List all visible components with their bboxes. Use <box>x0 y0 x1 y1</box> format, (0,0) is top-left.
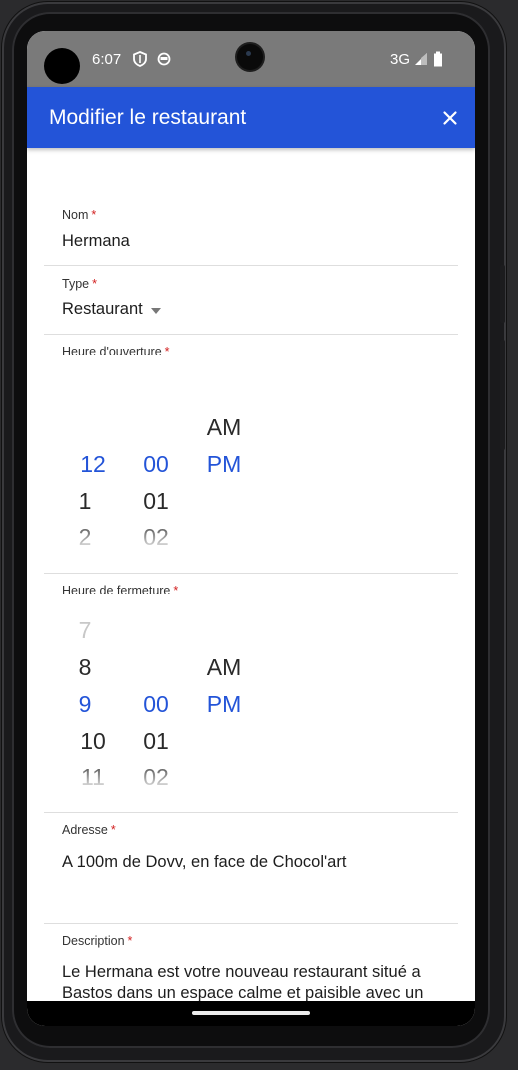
notification-icon <box>157 52 171 66</box>
name-label: Nom * <box>62 208 97 222</box>
opening-period-pm[interactable]: PM <box>204 451 244 478</box>
type-label: Type * <box>62 277 97 291</box>
closing-label: Heure de fermeture * <box>62 584 179 594</box>
closing-minute-01[interactable]: 01 <box>136 728 176 755</box>
phone-screen: 6:07 3G Modifier le restaurant Nom * Herm… <box>27 31 475 1026</box>
opening-time-field: Heure d'ouverture* 12 1 2 00 01 02 AM PM <box>44 334 458 574</box>
battery-icon <box>434 51 442 67</box>
front-camera <box>237 44 263 70</box>
address-field[interactable]: Adresse * A 100m de Dovv, en face de Choc… <box>44 812 458 924</box>
form-content: Nom * Hermana Type * Restaurant Heure d'ou… <box>27 148 475 1001</box>
camera-cutout <box>44 48 80 84</box>
type-select-value[interactable]: Restaurant <box>62 300 143 319</box>
name-field[interactable]: Nom * Hermana <box>44 148 458 266</box>
closing-period-am[interactable]: AM <box>204 654 244 681</box>
description-input[interactable]: Le Hermana est votre nouveau restaurant … <box>62 962 462 1001</box>
closing-time-field: Heure de fermeture* 7 8 9 10 11 00 01 02… <box>44 573 458 813</box>
name-input[interactable]: Hermana <box>62 232 130 251</box>
signal-icon <box>415 53 427 65</box>
closing-minute-00[interactable]: 00 <box>136 691 176 718</box>
navigation-bar <box>27 1001 475 1026</box>
shield-icon <box>133 51 147 67</box>
wheel-fade <box>44 760 458 792</box>
type-field[interactable]: Type * Restaurant <box>44 265 458 335</box>
home-indicator[interactable] <box>192 1011 310 1015</box>
address-input[interactable]: A 100m de Dovv, en face de Chocol'art <box>62 853 346 872</box>
description-label: Description * <box>62 934 133 948</box>
page-title: Modifier le restaurant <box>49 106 247 129</box>
chevron-down-icon[interactable] <box>151 308 161 314</box>
closing-hour-8[interactable]: 8 <box>65 654 105 681</box>
closing-hour-9[interactable]: 9 <box>65 691 105 718</box>
opening-minute-00[interactable]: 00 <box>136 451 176 478</box>
closing-hour-7[interactable]: 7 <box>65 617 105 644</box>
wheel-fade <box>44 520 458 552</box>
opening-hour-12[interactable]: 12 <box>73 451 113 478</box>
closing-period-pm[interactable]: PM <box>204 691 244 718</box>
opening-hour-1[interactable]: 1 <box>65 488 105 515</box>
volume-button <box>500 265 505 323</box>
network-type: 3G <box>390 51 411 68</box>
closing-hour-10[interactable]: 10 <box>73 728 113 755</box>
close-icon[interactable] <box>438 106 462 130</box>
status-bar: 6:07 3G <box>27 31 475 87</box>
opening-minute-01[interactable]: 01 <box>136 488 176 515</box>
description-field[interactable]: Description * Le Hermana est votre nouvea… <box>44 923 458 1001</box>
status-time: 6:07 <box>92 51 122 68</box>
address-label: Adresse * <box>62 823 116 837</box>
opening-label: Heure d'ouverture * <box>62 345 170 355</box>
app-bar: Modifier le restaurant <box>27 87 475 148</box>
power-button <box>500 340 505 450</box>
opening-period-am[interactable]: AM <box>204 414 244 441</box>
